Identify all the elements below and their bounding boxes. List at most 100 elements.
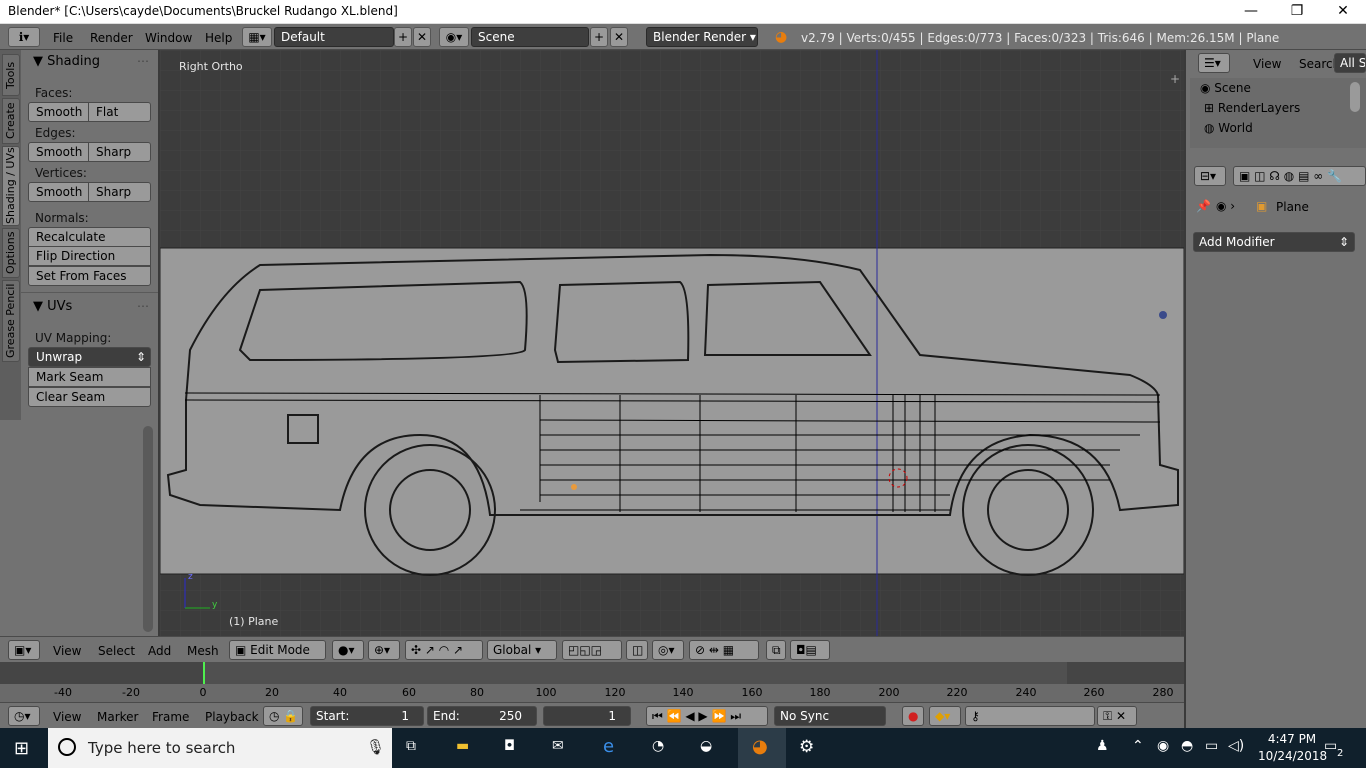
add-scene-icon[interactable]: +	[590, 27, 608, 47]
add-layout-icon[interactable]: +	[394, 27, 412, 47]
shading-section-title[interactable]: ▼ Shading	[33, 54, 100, 69]
select-mode-icons[interactable]: ◰◱◲	[562, 640, 622, 660]
render-icons[interactable]: ◘▤	[790, 640, 830, 660]
scene-icon[interactable]: ◉▾	[439, 27, 469, 47]
file-explorer-icon[interactable]: ▬	[456, 738, 469, 754]
remove-layout-icon[interactable]: ✕	[413, 27, 431, 47]
drag-handle-icon[interactable]: ⋯	[137, 299, 149, 313]
tray-icon[interactable]: ◉	[1157, 738, 1169, 754]
unwrap-menu[interactable]: Unwrap ⇕	[28, 347, 151, 367]
menu-help[interactable]: Help	[205, 31, 232, 45]
task-view-icon[interactable]: ⧉	[406, 738, 416, 754]
menu-window[interactable]: Window	[145, 31, 192, 45]
flip-direction-button[interactable]: Flip Direction	[28, 246, 151, 266]
editor-type-icon[interactable]: ◷▾	[8, 706, 40, 726]
mail-icon[interactable]: ✉	[552, 738, 564, 754]
timeline-ruler[interactable]	[0, 684, 1184, 702]
end-frame-field[interactable]: End: 250	[427, 706, 537, 726]
notification-icon[interactable]: ▭	[1324, 738, 1337, 754]
add-modifier-select[interactable]: Add Modifier ⇕	[1193, 232, 1355, 252]
orientation-select[interactable]: Global ▾	[487, 640, 557, 660]
editor-type-icon[interactable]: ▣▾	[8, 640, 40, 660]
menu-render[interactable]: Render	[90, 31, 133, 45]
menu-view[interactable]: View	[53, 710, 81, 724]
timeline[interactable]	[0, 662, 1184, 702]
properties-context-icons[interactable]: ▣ ◫ ☊ ◍ ▤ ∞ 🔧	[1233, 166, 1366, 186]
start-icon[interactable]: ⊞	[14, 738, 29, 759]
proportional-edit-icon[interactable]: ◎▾	[652, 640, 684, 660]
properties-toggle-icon[interactable]: +	[1170, 72, 1180, 86]
tab-tools[interactable]: Tools	[2, 54, 20, 96]
outliner-scrollbar[interactable]	[1350, 82, 1360, 112]
keyframe-icon[interactable]: ◆▾	[929, 706, 961, 726]
tree-item-scene[interactable]: ◉ Scene	[1200, 81, 1251, 95]
menu-add[interactable]: Add	[148, 644, 171, 658]
preview-range-icons[interactable]: ◷ 🔒	[263, 706, 303, 726]
volume-icon[interactable]: ◁)	[1228, 738, 1244, 754]
screen-layout-icon[interactable]: ▦▾	[242, 27, 272, 47]
maximize-button[interactable]: ❐	[1274, 0, 1320, 24]
minimize-button[interactable]: —	[1228, 0, 1274, 24]
snap-icons[interactable]: ⊘ ⇹ ▦	[689, 640, 759, 660]
microphone-icon[interactable]: 🎙	[366, 738, 385, 756]
layout-field[interactable]: Default	[274, 27, 394, 47]
keying-set-field[interactable]: ⚷	[965, 706, 1095, 726]
blender-taskbar-item[interactable]: ◕	[738, 728, 786, 768]
scene-field[interactable]: Scene	[471, 27, 589, 47]
menu-view[interactable]: View	[53, 644, 81, 658]
render-engine-select[interactable]: Blender Render ▾	[646, 27, 758, 47]
clock-time[interactable]: 4:47 PM	[1262, 732, 1322, 746]
store-icon[interactable]: ◘	[504, 738, 515, 754]
mark-seam-button[interactable]: Mark Seam	[28, 367, 151, 387]
edges-smooth-button[interactable]: Smooth	[28, 142, 89, 162]
pivot-point-icon[interactable]: ⊕▾	[368, 640, 400, 660]
playback-controls[interactable]: ⏮ ⏪ ◀ ▶ ⏩ ⏭	[646, 706, 768, 726]
faces-flat-button[interactable]: Flat	[88, 102, 151, 122]
edge-icon[interactable]: e	[603, 736, 614, 757]
people-icon[interactable]: ♟	[1096, 738, 1109, 754]
steam-icon[interactable]: ◒	[700, 738, 712, 754]
menu-playback[interactable]: Playback	[205, 710, 259, 724]
editor-type-icon[interactable]: ☰▾	[1198, 53, 1230, 73]
tab-options[interactable]: Options	[2, 228, 20, 278]
settings-icon[interactable]: ⚙	[799, 737, 814, 757]
pin-icon[interactable]: 📌	[1196, 199, 1211, 213]
editor-type-icon[interactable]: ℹ▾	[8, 27, 40, 47]
menu-frame[interactable]: Frame	[152, 710, 189, 724]
tab-create[interactable]: Create	[2, 98, 20, 144]
3d-viewport[interactable]: Right Ortho (1) Plane z y +	[160, 50, 1184, 636]
display-mode-select[interactable]: All Sc	[1334, 53, 1366, 73]
tray-icon[interactable]: ◓	[1181, 738, 1193, 754]
menu-file[interactable]: File	[53, 31, 73, 45]
limit-selection-icon[interactable]: ◫	[626, 640, 648, 660]
faces-smooth-button[interactable]: Smooth	[28, 102, 89, 122]
viewport-shading-icon[interactable]: ●▾	[332, 640, 364, 660]
vertices-smooth-button[interactable]: Smooth	[28, 182, 89, 202]
uvs-section-title[interactable]: ▼ UVs	[33, 299, 72, 314]
tool-shelf-scrollbar[interactable]	[143, 426, 153, 632]
menu-marker[interactable]: Marker	[97, 710, 138, 724]
copy-icon[interactable]: ⧉	[766, 640, 786, 660]
vertices-sharp-button[interactable]: Sharp	[88, 182, 151, 202]
close-button[interactable]: ✕	[1320, 0, 1366, 24]
tree-item-renderlayers[interactable]: ⊞ RenderLayers	[1204, 101, 1300, 115]
record-icon[interactable]: ●	[902, 706, 924, 726]
edges-sharp-button[interactable]: Sharp	[88, 142, 151, 162]
search-box[interactable]: Type here to search 🎙	[48, 728, 392, 768]
tree-item-world[interactable]: ◍ World	[1204, 121, 1253, 135]
recalculate-button[interactable]: Recalculate	[28, 227, 151, 247]
remove-scene-icon[interactable]: ✕	[610, 27, 628, 47]
tab-grease-pencil[interactable]: Grease Pencil	[2, 280, 20, 362]
editor-type-icon[interactable]: ⊟▾	[1194, 166, 1226, 186]
clock-date[interactable]: 10/24/2018	[1258, 749, 1327, 763]
keying-set-icons[interactable]: ⚿ ✕	[1097, 706, 1137, 726]
menu-mesh[interactable]: Mesh	[187, 644, 219, 658]
set-from-faces-button[interactable]: Set From Faces	[28, 266, 151, 286]
current-frame-field[interactable]: 1	[543, 706, 631, 726]
clear-seam-button[interactable]: Clear Seam	[28, 387, 151, 407]
network-icon[interactable]: ▭	[1205, 738, 1218, 754]
menu-view[interactable]: View	[1253, 57, 1281, 71]
menu-select[interactable]: Select	[98, 644, 135, 658]
tray-chevron-icon[interactable]: ⌃	[1132, 738, 1144, 754]
tab-shading-uvs[interactable]: Shading / UVs	[2, 146, 20, 226]
